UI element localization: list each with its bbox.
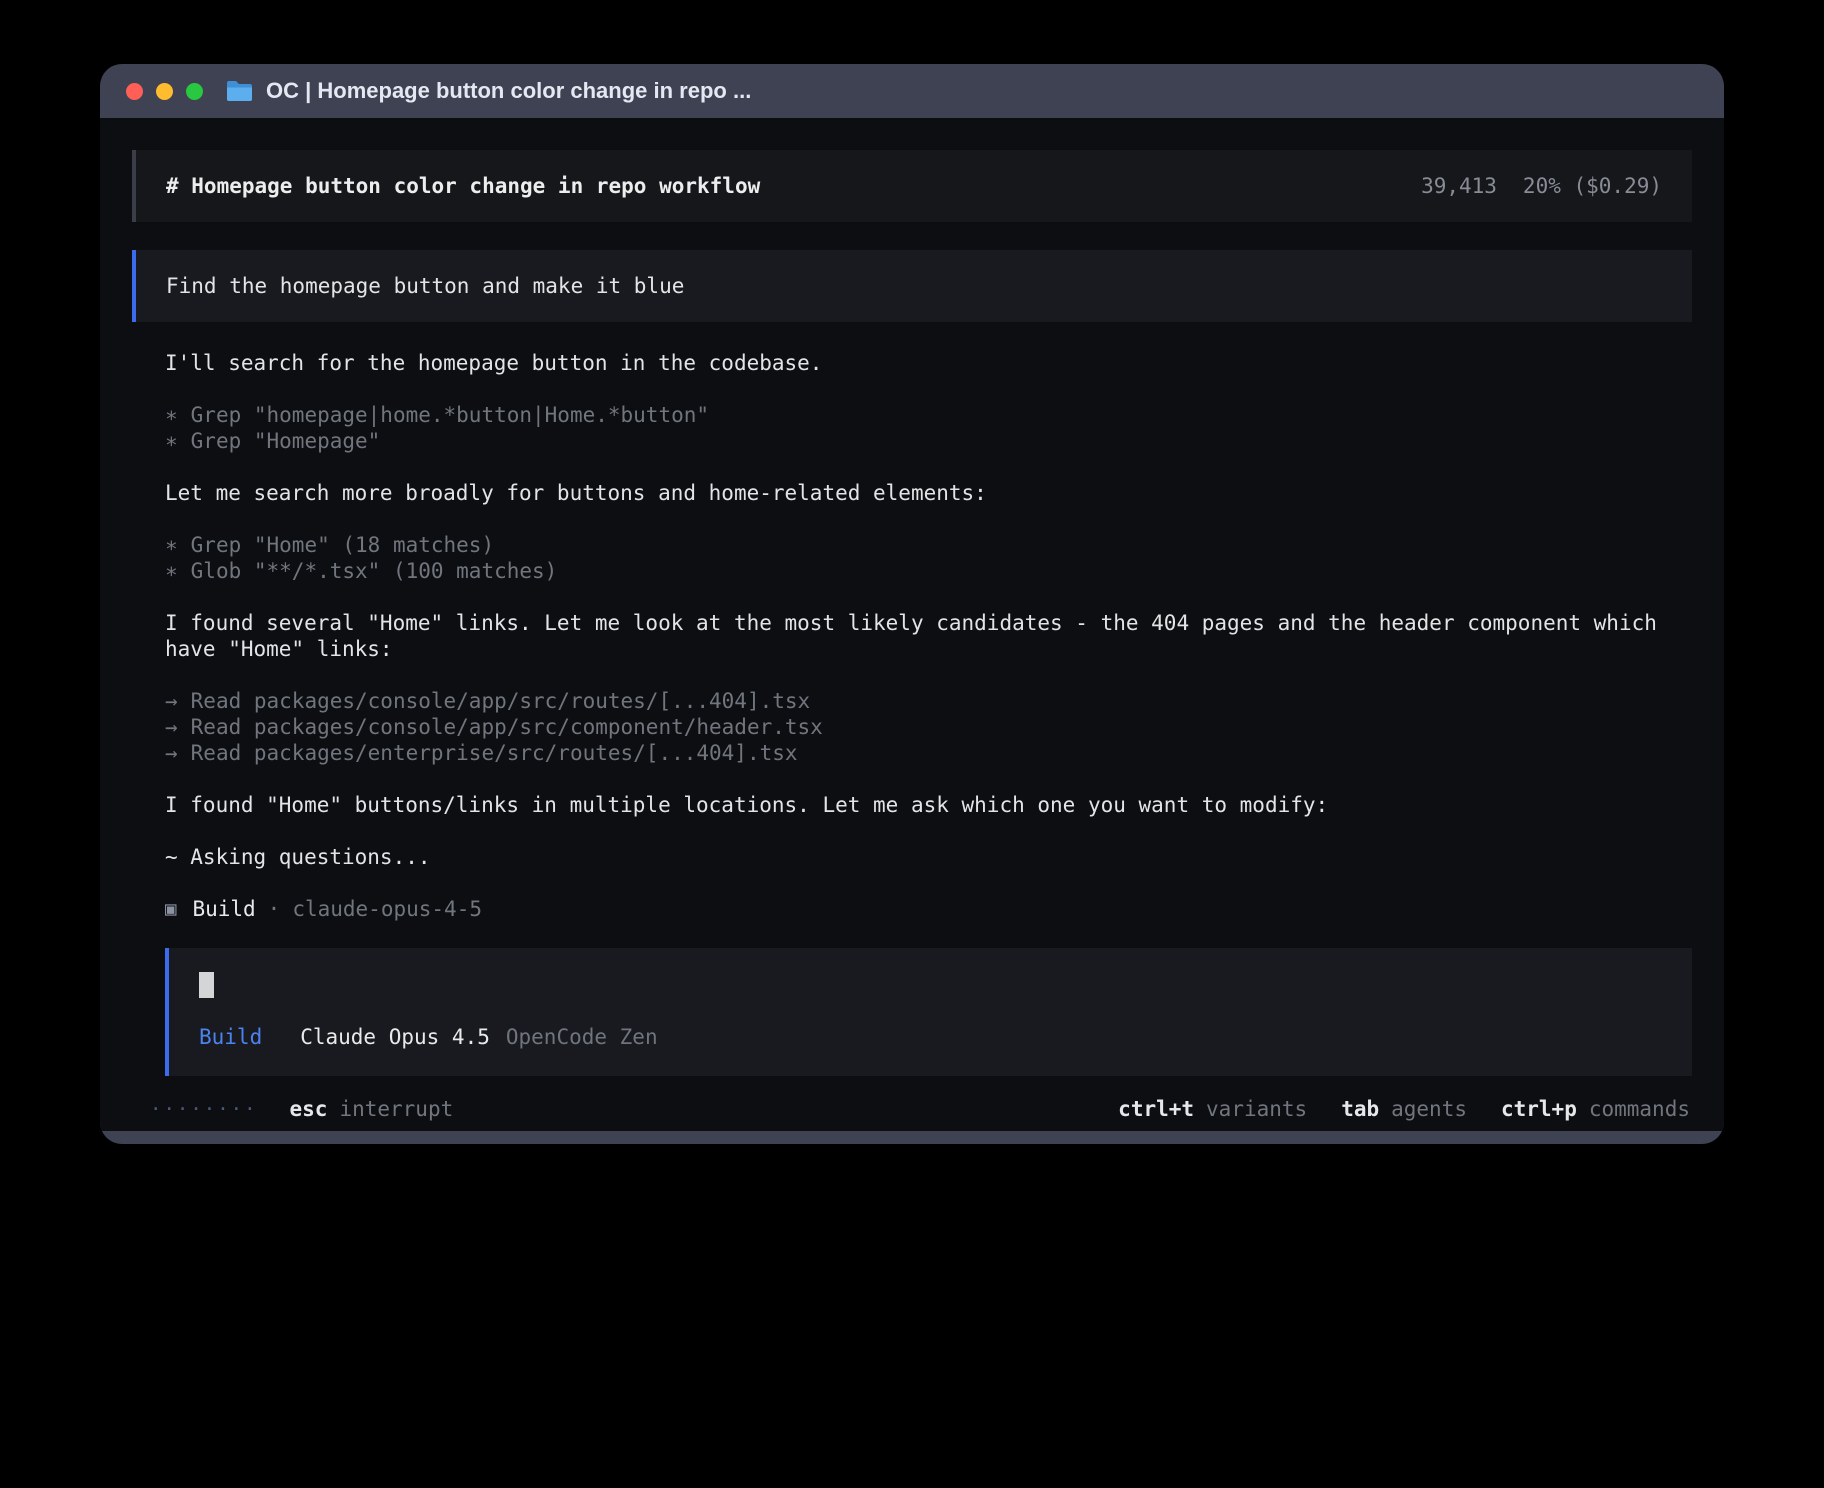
active-model-label[interactable]: Claude Opus 4.5: [300, 1024, 490, 1050]
shortcut-key: ctrl+t: [1118, 1096, 1194, 1122]
active-agent-label[interactable]: Build: [199, 1024, 262, 1050]
tool-call-group: ∗ Grep "homepage|home.*button|Home.*butt…: [165, 402, 1692, 454]
spinner-icon: ········: [150, 1096, 258, 1122]
esc-hint-label: interrupt: [339, 1096, 453, 1122]
session-header: # Homepage button color change in repo w…: [132, 150, 1692, 222]
window-titlebar[interactable]: OC | Homepage button color change in rep…: [100, 64, 1724, 118]
agent-model: claude-opus-4-5: [292, 896, 482, 922]
close-button[interactable]: [126, 83, 143, 100]
assistant-paragraph: I'll search for the homepage button in t…: [165, 350, 1692, 376]
status-bar-right: ctrl+t variants tab agents ctrl+p comman…: [1118, 1096, 1690, 1122]
token-count: 39,413: [1421, 173, 1497, 199]
user-message: Find the homepage button and make it blu…: [132, 250, 1692, 322]
context-usage: 20% ($0.29): [1523, 173, 1662, 199]
text-cursor: [199, 972, 214, 998]
tool-call-label: Glob "**/*.tsx" (100 matches): [191, 558, 558, 584]
arrow-right-icon: →: [165, 714, 178, 740]
tool-call-label: Read packages/console/app/src/routes/[..…: [191, 688, 811, 714]
status-bar-left: ········ esc interrupt: [150, 1096, 453, 1122]
agent-status-row: ▣ Build · claude-opus-4-5: [165, 896, 1692, 922]
traffic-lights: [126, 83, 203, 100]
assistant-paragraph: Let me search more broadly for buttons a…: [165, 480, 1692, 506]
tool-call-label: Read packages/enterprise/src/routes/[...…: [191, 740, 798, 766]
tool-call-read: → Read packages/enterprise/src/routes/[.…: [165, 740, 1692, 766]
tool-call-read: → Read packages/console/app/src/componen…: [165, 714, 1692, 740]
tool-call: ∗ Glob "**/*.tsx" (100 matches): [165, 558, 1692, 584]
terminal-content: # Homepage button color change in repo w…: [100, 118, 1724, 1131]
shortcut-commands: ctrl+p commands: [1501, 1096, 1690, 1122]
session-title: # Homepage button color change in repo w…: [166, 173, 760, 199]
user-message-text: Find the homepage button and make it blu…: [166, 274, 684, 298]
assistant-response: I'll search for the homepage button in t…: [132, 350, 1692, 1076]
asterisk-icon: ∗: [165, 402, 178, 428]
arrow-right-icon: →: [165, 740, 178, 766]
assistant-paragraph: I found "Home" buttons/links in multiple…: [165, 792, 1692, 818]
prompt-input[interactable]: Build Claude Opus 4.5 OpenCode Zen: [165, 948, 1692, 1076]
tool-call-group: ∗ Grep "Home" (18 matches) ∗ Glob "**/*.…: [165, 532, 1692, 584]
window-title: OC | Homepage button color change in rep…: [266, 78, 751, 104]
tool-call-label: Grep "Homepage": [191, 428, 381, 454]
tool-call-read: → Read packages/console/app/src/routes/[…: [165, 688, 1692, 714]
minimize-button[interactable]: [156, 83, 173, 100]
tool-call: ∗ Grep "Homepage": [165, 428, 1692, 454]
shortcut-key: tab: [1341, 1096, 1379, 1122]
tool-call: ∗ Grep "homepage|home.*button|Home.*butt…: [165, 402, 1692, 428]
shortcut-label: variants: [1206, 1096, 1307, 1122]
shortcut-key: ctrl+p: [1501, 1096, 1577, 1122]
provider-label: OpenCode Zen: [506, 1024, 658, 1050]
asterisk-icon: ∗: [165, 532, 178, 558]
zoom-button[interactable]: [186, 83, 203, 100]
agent-name: Build: [192, 896, 255, 922]
tool-call: ∗ Grep "Home" (18 matches): [165, 532, 1692, 558]
agent-icon: ▣: [165, 896, 176, 922]
folder-icon: [225, 80, 254, 103]
asterisk-icon: ∗: [165, 428, 178, 454]
shortcut-agents: tab agents: [1341, 1096, 1467, 1122]
tool-call-group: → Read packages/console/app/src/routes/[…: [165, 688, 1692, 766]
activity-status: ~ Asking questions...: [165, 844, 1692, 870]
session-stats: 39,413 20% ($0.29): [1421, 173, 1662, 199]
tool-call-label: Grep "Home" (18 matches): [191, 532, 494, 558]
status-bar: ········ esc interrupt ctrl+t variants t…: [132, 1076, 1692, 1144]
esc-key: esc: [290, 1096, 328, 1122]
terminal-window: OC | Homepage button color change in rep…: [100, 64, 1724, 1144]
arrow-right-icon: →: [165, 688, 178, 714]
shortcut-label: commands: [1589, 1096, 1690, 1122]
dot-separator: ·: [268, 896, 281, 922]
shortcut-variants: ctrl+t variants: [1118, 1096, 1307, 1122]
asterisk-icon: ∗: [165, 558, 178, 584]
tool-call-label: Grep "homepage|home.*button|Home.*button…: [191, 402, 709, 428]
shortcut-label: agents: [1391, 1096, 1467, 1122]
titlebar-title-group: OC | Homepage button color change in rep…: [225, 78, 751, 104]
input-meta-row: Build Claude Opus 4.5 OpenCode Zen: [199, 1024, 1662, 1050]
tool-call-label: Read packages/console/app/src/component/…: [191, 714, 823, 740]
assistant-paragraph: I found several "Home" links. Let me loo…: [165, 610, 1692, 662]
